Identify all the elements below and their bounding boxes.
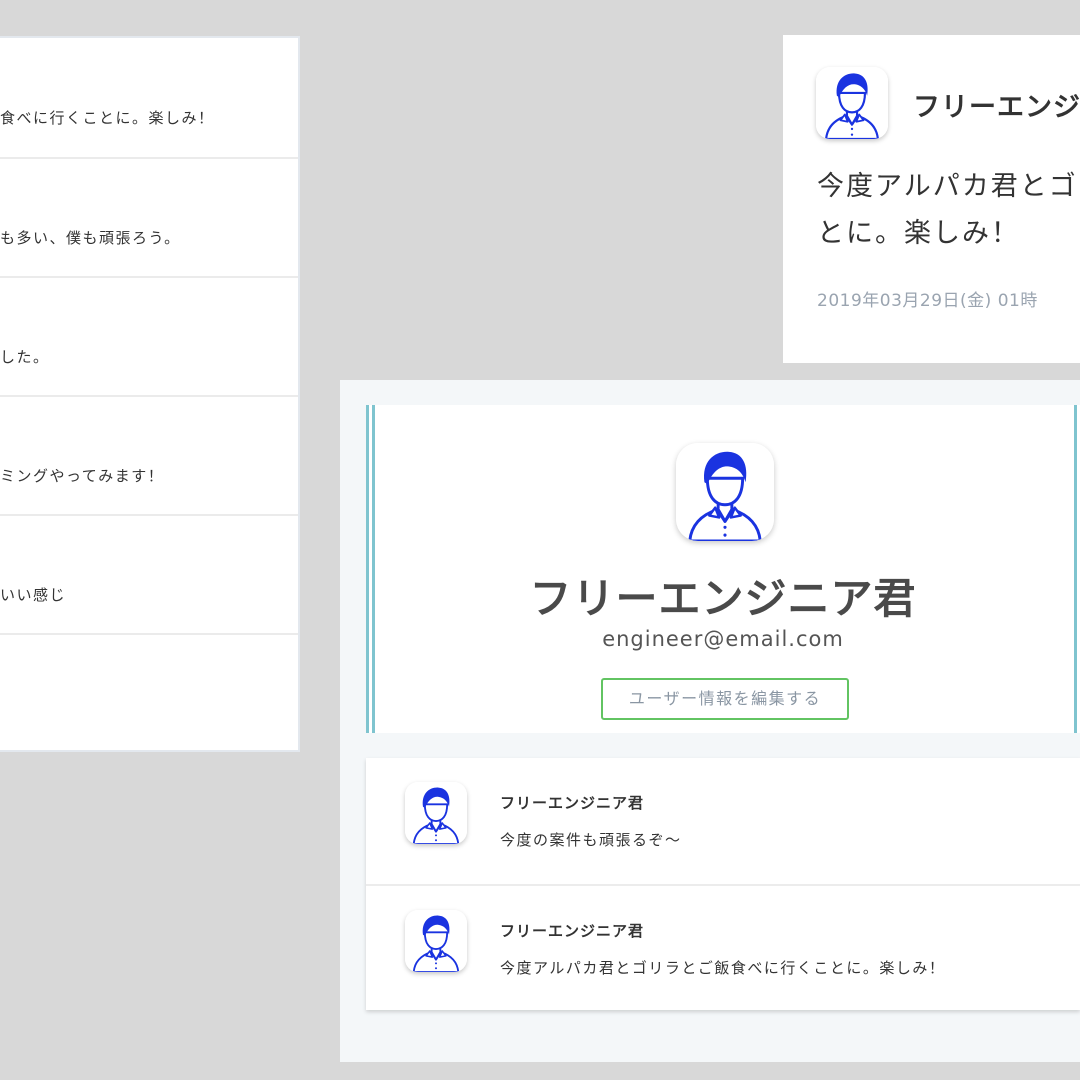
edit-user-info-button[interactable]: ユーザー情報を編集する (601, 678, 849, 720)
avatar[interactable] (816, 67, 888, 139)
profile-email: engineer@email.com (602, 627, 844, 651)
post-author-name[interactable]: フリーエンジ (913, 85, 1080, 124)
user-avatar-icon (816, 67, 888, 139)
profile-header: フリーエンジニア君 engineer@email.com ユーザー情報を編集する (366, 405, 1080, 733)
avatar[interactable] (405, 782, 467, 844)
user-posts-list: フリーエンジニア君 今度の案件も頑張るぞ〜 フリーエンジニア君 今度アルパカ君と… (366, 758, 1080, 1010)
user-avatar-icon (676, 443, 774, 541)
post-body-line: とに。楽しみ！ (817, 218, 1020, 249)
timeline-row-text: 食べに行くことに。楽しみ！ (0, 109, 215, 127)
list-item[interactable]: フリーエンジニア君 今度の案件も頑張るぞ〜 (366, 758, 1080, 884)
timeline-row[interactable] (0, 635, 298, 750)
list-item-author[interactable]: フリーエンジニア君 (500, 920, 644, 941)
timeline-row[interactable]: いい感じ (0, 516, 298, 635)
user-avatar-icon (405, 910, 467, 972)
timeline-row[interactable]: ミングやってみます！ (0, 397, 298, 516)
timeline-row-text: も多い、僕も頑張ろう。 (0, 229, 181, 247)
profile-panel: フリーエンジニア君 engineer@email.com ユーザー情報を編集する… (340, 380, 1080, 1062)
timeline-row[interactable]: も多い、僕も頑張ろう。 (0, 159, 298, 278)
avatar[interactable] (405, 910, 467, 972)
timeline-card: 食べに行くことに。楽しみ！ も多い、僕も頑張ろう。 した。 ミングやってみます！… (0, 36, 300, 752)
list-item-text: 今度の案件も頑張るぞ〜 (500, 831, 682, 849)
timeline-row[interactable]: 食べに行くことに。楽しみ！ (0, 38, 298, 159)
timeline-row-text: いい感じ (0, 586, 67, 604)
timeline-row-text: した。 (0, 348, 50, 366)
avatar (676, 443, 774, 541)
list-item-author[interactable]: フリーエンジニア君 (500, 792, 644, 813)
timeline-row-text: ミングやってみます！ (0, 467, 165, 485)
post-detail-card: フリーエンジ 今度アルパカ君とゴ とに。楽しみ！ 2019年03月29日(金) … (783, 35, 1080, 363)
profile-name: フリーエンジニア君 (529, 574, 917, 623)
list-item[interactable]: フリーエンジニア君 今度アルパカ君とゴリラとご飯食べに行くことに。楽しみ！ (366, 884, 1080, 1010)
user-avatar-icon (405, 782, 467, 844)
post-date: 2019年03月29日(金) 01時 (817, 291, 1038, 311)
list-item-text: 今度アルパカ君とゴリラとご飯食べに行くことに。楽しみ！ (500, 959, 946, 977)
timeline-row[interactable]: した。 (0, 278, 298, 397)
post-body: 今度アルパカ君とゴ とに。楽しみ！ (817, 163, 1080, 257)
post-body-line: 今度アルパカ君とゴ (817, 171, 1078, 202)
